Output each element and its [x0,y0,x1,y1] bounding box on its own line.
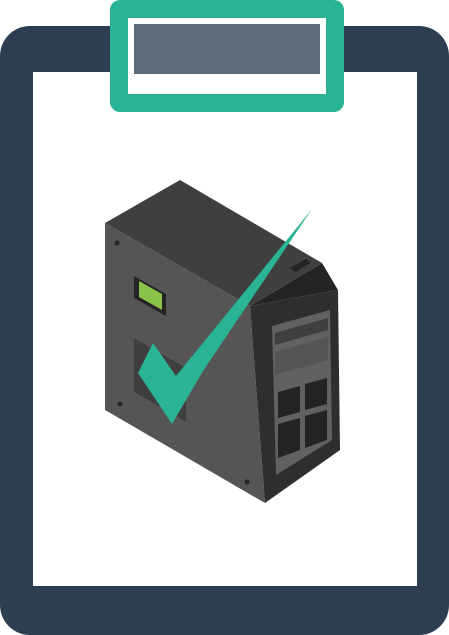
clipboard-clip [110,0,344,112]
clipboard-computer-checkmark-icon [0,0,449,635]
screw [117,401,123,407]
clipboard-illustration [0,0,449,635]
clip-inner-bar [134,24,320,74]
screw [114,240,120,246]
screw [244,479,250,485]
